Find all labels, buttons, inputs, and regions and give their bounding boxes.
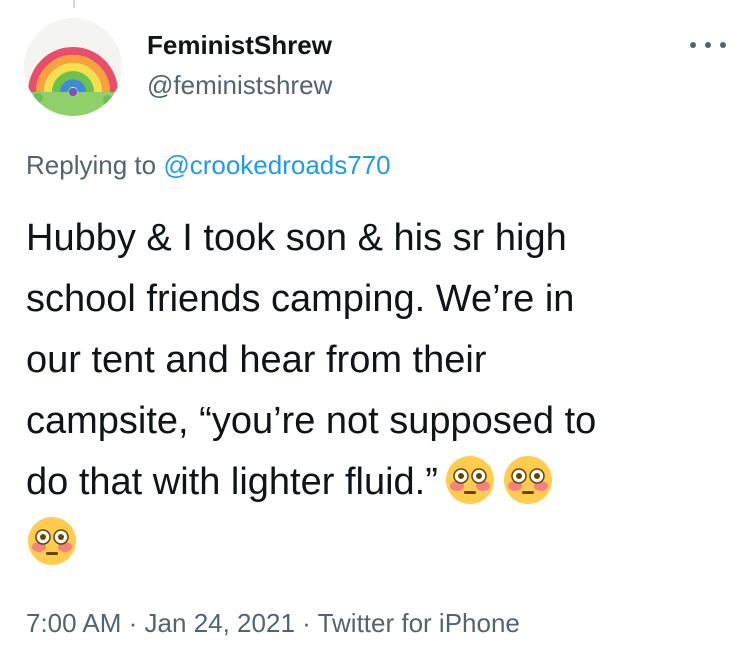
meta-separator: · bbox=[302, 608, 311, 638]
tweet-date[interactable]: Jan 24, 2021 bbox=[145, 608, 295, 638]
tweet-line: our tent and hear from their bbox=[26, 339, 487, 381]
flushed-face-emoji bbox=[28, 517, 76, 565]
tweet-line-with-emojis: do that with lighter fluid.” bbox=[26, 452, 736, 513]
more-dot bbox=[705, 42, 711, 48]
tweet-source[interactable]: Twitter for iPhone bbox=[318, 608, 520, 638]
reply-context: Replying to @crookedroads770 bbox=[26, 150, 391, 181]
flushed-face-emoji bbox=[503, 456, 552, 504]
author-handle[interactable]: @feministshrew bbox=[147, 70, 332, 101]
tweet-line: school friends camping. We’re in bbox=[26, 278, 575, 320]
tweet-line-emoji-only bbox=[26, 513, 736, 574]
meta-separator: · bbox=[128, 608, 138, 638]
tweet-line: Hubby & I took son & his sr high bbox=[26, 217, 567, 259]
thread-connector-line bbox=[73, 0, 75, 8]
flushed-face-emoji bbox=[445, 456, 494, 504]
tweet-text: Hubby & I took son & his sr high school … bbox=[26, 208, 736, 574]
tweet-line: do that with lighter fluid.” bbox=[26, 461, 438, 503]
more-dot bbox=[690, 42, 696, 48]
tweet-metadata: 7:00 AM · Jan 24, 2021 · Twitter for iPh… bbox=[26, 608, 520, 639]
tweet-time[interactable]: 7:00 AM bbox=[26, 608, 121, 638]
more-horizontal-icon[interactable] bbox=[690, 38, 726, 52]
reply-context-prefix: Replying to bbox=[26, 150, 157, 180]
author-display-name[interactable]: FeministShrew bbox=[147, 30, 332, 61]
avatar[interactable] bbox=[24, 18, 122, 116]
more-dot bbox=[720, 42, 726, 48]
rainbow-painting-avatar-image bbox=[24, 18, 122, 116]
tweet-line: campsite, “you’re not supposed to bbox=[26, 400, 597, 442]
reply-context-handle-link[interactable]: @crookedroads770 bbox=[163, 150, 390, 180]
